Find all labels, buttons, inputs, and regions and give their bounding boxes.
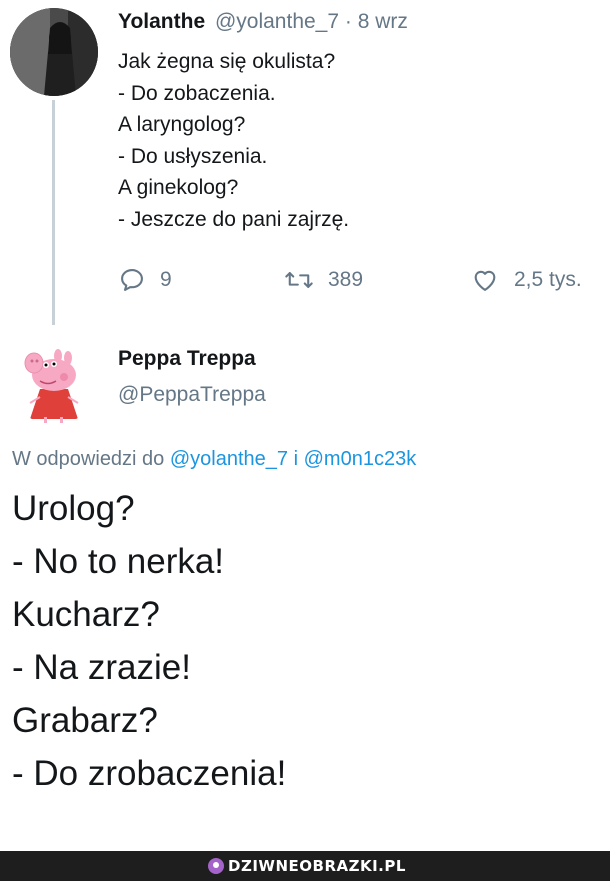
peppa-avatar[interactable] xyxy=(10,337,98,425)
like-button[interactable]: 2,5 tys. xyxy=(470,266,582,294)
tweet1-action-bar: 9 389 2,5 tys. xyxy=(118,266,598,302)
tweet1-timestamp[interactable]: 8 wrz xyxy=(358,10,408,33)
watermark-text: DZIWNEOBRAZKI.PL xyxy=(228,857,406,875)
tweet1-header: Yolanthe @yolanthe_7 · 8 wrz xyxy=(118,10,408,34)
tweet2-line: - Do zrobaczenia! xyxy=(12,754,287,793)
tweet2-line: Urolog? xyxy=(12,489,135,528)
watermark-bar: DZIWNEOBRAZKI.PL xyxy=(0,851,610,881)
reply-mention-link[interactable]: @yolanthe_7 xyxy=(170,448,288,470)
tweet1-author-name[interactable]: Yolanthe xyxy=(118,10,205,33)
watermark-logo-icon xyxy=(208,858,224,874)
tweet2-text: Urolog? - No to nerka! Kucharz? - Na zra… xyxy=(12,482,286,800)
like-count: 2,5 tys. xyxy=(514,268,582,291)
tweet2-line: - Na zrazie! xyxy=(12,648,191,687)
yolanthe-avatar[interactable] xyxy=(10,8,98,96)
retweet-count: 389 xyxy=(328,268,364,291)
tweet1-separator: · xyxy=(344,10,352,33)
tweet1-line: Jak żegna się okulista? xyxy=(118,50,336,73)
reply-mention-link[interactable]: @m0n1c23k xyxy=(304,448,417,470)
reply-context-label: W odpowiedzi do xyxy=(12,448,165,470)
tweet1-line: A ginekolog? xyxy=(118,176,239,199)
reply-button[interactable]: 9 xyxy=(118,266,172,294)
tweet2-line: - No to nerka! xyxy=(12,542,225,581)
reply-count: 9 xyxy=(160,268,172,291)
tweet1-text: Jak żegna się okulista? - Do zobaczenia.… xyxy=(118,46,588,235)
reply-context: W odpowiedzi do @yolanthe_7 i @m0n1c23k xyxy=(12,448,416,471)
tweet1-line: - Jeszcze do pani zajrzę. xyxy=(118,207,350,231)
tweet2-line: Grabarz? xyxy=(12,701,158,740)
tweet2-author-handle[interactable]: @PeppaTreppa xyxy=(118,383,266,407)
like-icon xyxy=(474,270,496,291)
retweet-icon xyxy=(285,272,313,288)
peppa-pig-image xyxy=(10,337,98,425)
tweet1-author-handle[interactable]: @yolanthe_7 xyxy=(215,10,339,33)
tweet1-line: - Do usłyszenia. xyxy=(118,144,268,168)
tweet2-author-name[interactable]: Peppa Treppa xyxy=(118,347,256,371)
tweet1-line: - Do zobaczenia. xyxy=(118,81,276,105)
avatar-photo xyxy=(10,8,98,96)
reply-mention-joiner: i xyxy=(293,448,299,470)
tweet1-line: A laryngolog? xyxy=(118,113,246,136)
reply-icon xyxy=(121,269,143,291)
thread-connector-line xyxy=(52,100,55,325)
watermark: DZIWNEOBRAZKI.PL xyxy=(208,857,406,875)
retweet-button[interactable]: 389 xyxy=(284,266,363,294)
tweet2-line: Kucharz? xyxy=(12,595,160,634)
